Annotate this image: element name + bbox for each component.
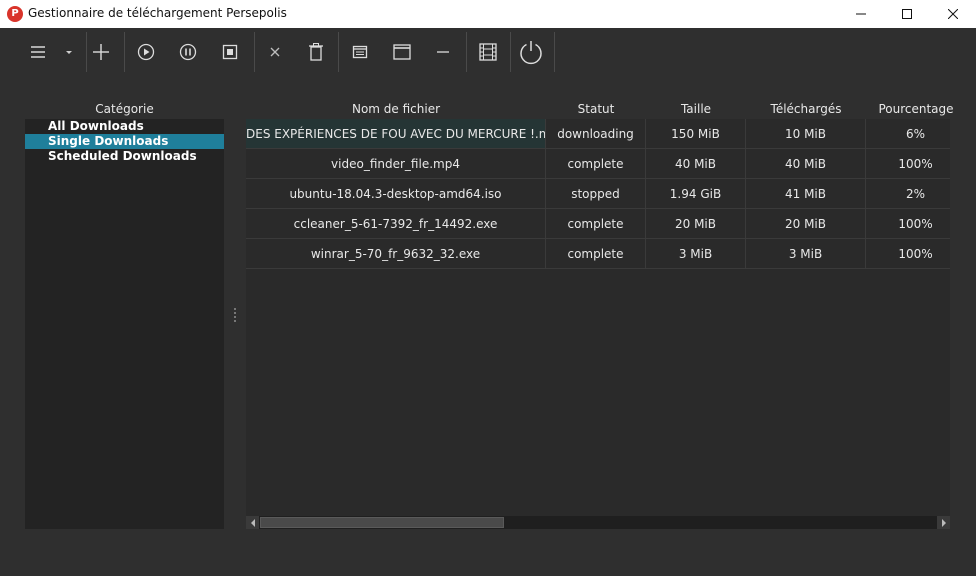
scroll-right-button[interactable] [937, 516, 950, 529]
table-row[interactable]: ubuntu-18.04.3-desktop-amd64.iso stopped… [246, 179, 950, 209]
category-item-scheduled-downloads[interactable]: Scheduled Downloads [25, 149, 224, 164]
cell-filename: video_finder_file.mp4 [246, 149, 546, 179]
column-header-downloaded[interactable]: Téléchargés [746, 102, 866, 116]
minimize-to-tray-button[interactable] [427, 36, 459, 68]
delete-button[interactable] [300, 36, 332, 68]
toolbar-separator [466, 32, 467, 72]
cell-percentage: 100% [866, 239, 950, 269]
column-header-filename[interactable]: Nom de fichier [246, 102, 546, 116]
cell-status: stopped [546, 179, 646, 209]
cell-filename: DES EXPÉRIENCES DE FOU AVEC DU MERCURE !… [246, 119, 546, 149]
video-finder-button[interactable] [472, 36, 504, 68]
cell-status: complete [546, 149, 646, 179]
toolbar-separator [124, 32, 125, 72]
cell-percentage: 100% [866, 209, 950, 239]
minimize-icon [856, 13, 866, 15]
category-item-single-downloads[interactable]: Single Downloads [25, 134, 224, 149]
table-row[interactable]: winrar_5-70_fr_9632_32.exe complete 3 Mi… [246, 239, 950, 269]
arrow-left-icon [250, 518, 255, 527]
stop-button[interactable] [214, 36, 246, 68]
cell-status: complete [546, 209, 646, 239]
cell-percentage: 100% [866, 149, 950, 179]
menu-button[interactable] [22, 36, 54, 68]
minimize-button[interactable] [838, 0, 884, 28]
cell-filename: ubuntu-18.04.3-desktop-amd64.iso [246, 179, 546, 209]
play-circle-icon [137, 43, 155, 61]
cell-status: downloading [546, 119, 646, 149]
hamburger-icon [31, 46, 45, 58]
cell-percentage: 2% [866, 179, 950, 209]
table-row[interactable]: video_finder_file.mp4 complete 40 MiB 40… [246, 149, 950, 179]
cell-percentage: 6% [866, 119, 950, 149]
close-icon [948, 9, 958, 19]
toolbar [0, 28, 976, 76]
properties-button[interactable] [344, 36, 376, 68]
properties-icon [352, 45, 368, 59]
table-row[interactable]: ccleaner_5-61-7392_fr_14492.exe complete… [246, 209, 950, 239]
cell-status: complete [546, 239, 646, 269]
toolbar-separator [254, 32, 255, 72]
pause-circle-icon [179, 43, 197, 61]
panel-splitter-handle[interactable] [234, 308, 237, 326]
maximize-button[interactable] [884, 0, 930, 28]
trash-icon [309, 43, 323, 61]
stop-square-icon [222, 44, 238, 60]
cell-filename: winrar_5-70_fr_9632_32.exe [246, 239, 546, 269]
toolbar-separator [510, 32, 511, 72]
cell-size: 20 MiB [646, 209, 746, 239]
film-icon [479, 43, 497, 61]
downloads-table: DES EXPÉRIENCES DE FOU AVEC DU MERCURE !… [246, 119, 950, 529]
cell-downloaded: 40 MiB [746, 149, 866, 179]
column-header-status[interactable]: Statut [546, 102, 646, 116]
arrow-right-icon [941, 518, 946, 527]
title-bar: P Gestionnaire de téléchargement Persepo… [0, 0, 976, 28]
progress-window-button[interactable] [386, 36, 418, 68]
table-row[interactable]: DES EXPÉRIENCES DE FOU AVEC DU MERCURE !… [246, 119, 950, 149]
pause-button[interactable] [172, 36, 204, 68]
menu-dropdown-button[interactable] [58, 36, 80, 68]
cell-downloaded: 20 MiB [746, 209, 866, 239]
toolbar-separator [338, 32, 339, 72]
persepolis-app-icon: P [7, 6, 23, 22]
plus-icon [93, 44, 109, 60]
category-item-all-downloads[interactable]: All Downloads [25, 119, 224, 134]
cell-filename: ccleaner_5-61-7392_fr_14492.exe [246, 209, 546, 239]
column-header-percentage[interactable]: Pourcentage [866, 102, 966, 116]
cell-downloaded: 3 MiB [746, 239, 866, 269]
horizontal-scrollbar[interactable] [246, 516, 950, 529]
cell-downloaded: 10 MiB [746, 119, 866, 149]
chevron-down-icon [66, 51, 72, 54]
minus-icon [437, 51, 449, 53]
scroll-left-button[interactable] [246, 516, 259, 529]
window-title: Gestionnaire de téléchargement Persepoli… [28, 6, 287, 20]
cell-size: 3 MiB [646, 239, 746, 269]
cell-size: 150 MiB [646, 119, 746, 149]
column-header-size[interactable]: Taille [646, 102, 746, 116]
window-icon [393, 44, 411, 60]
cell-size: 40 MiB [646, 149, 746, 179]
close-window-button[interactable] [930, 0, 976, 28]
scrollbar-thumb[interactable] [260, 517, 504, 528]
remove-button[interactable] [259, 36, 291, 68]
toolbar-separator [554, 32, 555, 72]
power-icon [520, 41, 542, 65]
shutdown-button[interactable] [515, 36, 547, 68]
cell-size: 1.94 GiB [646, 179, 746, 209]
category-list: All Downloads Single Downloads Scheduled… [25, 119, 224, 529]
category-header: Catégorie [95, 102, 154, 116]
maximize-icon [902, 9, 912, 19]
cell-downloaded: 41 MiB [746, 179, 866, 209]
add-download-button[interactable] [85, 36, 117, 68]
close-icon [270, 47, 280, 57]
resume-button[interactable] [130, 36, 162, 68]
